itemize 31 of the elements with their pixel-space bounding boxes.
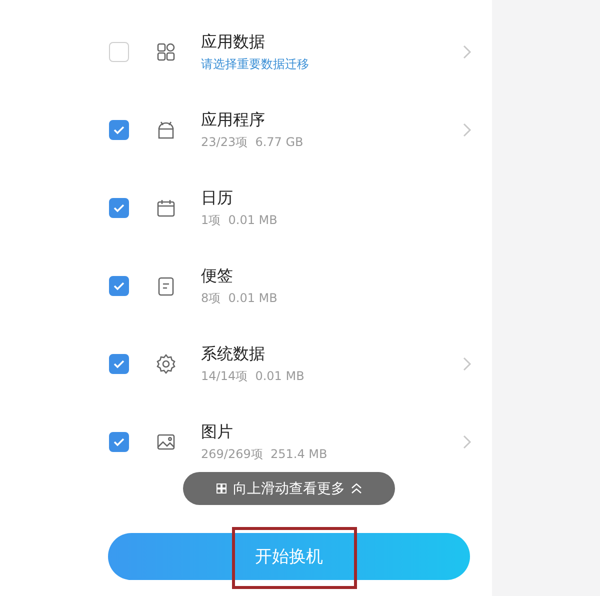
list-row[interactable]: 便签 8项 0.01 MB [88, 247, 492, 325]
calendar-icon [155, 197, 177, 219]
item-title: 便签 [201, 266, 233, 286]
gear-icon [155, 353, 177, 375]
checkmark-icon [113, 203, 125, 213]
checkbox[interactable] [109, 432, 129, 452]
toast-text: 向上滑动查看更多 [233, 480, 345, 498]
item-title: 系统数据 [201, 344, 265, 364]
item-hint: 请选择重要数据迁移 [201, 56, 309, 72]
checkbox[interactable] [109, 120, 129, 140]
apps-grid-icon [155, 41, 177, 63]
checkbox[interactable] [109, 276, 129, 296]
list-row[interactable]: 日历 1项 0.01 MB [88, 169, 492, 247]
item-title: 应用数据 [201, 32, 265, 52]
checkmark-icon [113, 281, 125, 291]
checkmark-icon [113, 125, 125, 135]
item-detail: 1项 0.01 MB [201, 212, 278, 228]
item-title: 应用程序 [201, 110, 265, 130]
checkmark-icon [113, 437, 125, 447]
item-detail: 8项 0.01 MB [201, 290, 278, 306]
checkmark-icon [113, 359, 125, 369]
checkbox[interactable] [109, 42, 129, 62]
item-detail: 23/23项 6.77 GB [201, 134, 304, 150]
item-title: 图片 [201, 422, 233, 442]
grid-icon [216, 483, 227, 494]
item-title: 日历 [201, 188, 233, 208]
item-detail: 14/14项 0.01 MB [201, 368, 304, 384]
checkbox[interactable] [109, 354, 129, 374]
double-chevron-up-icon [351, 483, 362, 494]
item-detail: 269/269项 251.4 MB [201, 446, 328, 462]
checkbox[interactable] [109, 198, 129, 218]
